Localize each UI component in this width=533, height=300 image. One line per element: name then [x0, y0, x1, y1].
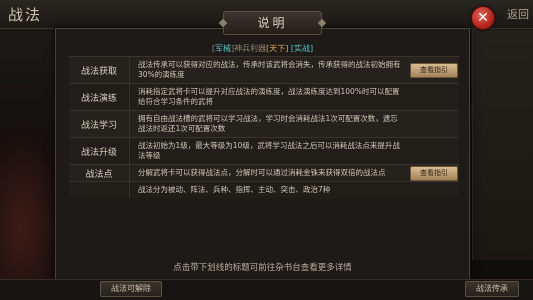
- close-button[interactable]: ✕: [471, 6, 495, 30]
- help-row-desc: 战法初始为1级，最大等级为10级，武将学习战法之后可以消耗战法点来提升战法等级: [138, 141, 400, 160]
- help-row-label: [69, 182, 130, 198]
- close-icon: ✕: [477, 10, 489, 26]
- help-row-desc: 分解武将卡可以获得战法点，分解时可以通过消耗金铢来获得双倍的战法点: [138, 168, 386, 177]
- help-row-action: 查看指引: [409, 57, 459, 83]
- help-rows: 战法获取 战法传承可以获得对应的战法，传承时该武将会消失，传承获得的战法初始拥有…: [69, 56, 459, 198]
- subtitle-tag1: 军械: [214, 44, 231, 53]
- help-row: 战法分为被动、阵法、兵种、指挥、主动、突击、政治7种: [69, 181, 459, 198]
- help-row-label: 战法升级: [69, 138, 130, 164]
- bottom-right-button[interactable]: 战法传承: [465, 281, 519, 297]
- help-row: 战法学习 拥有自由战法槽的武将可以学习战法，学习时会消耗战法1次可配置次数，遗忘…: [69, 110, 459, 137]
- help-row: 战法获取 战法传承可以获得对应的战法，传承时该武将会消失，传承获得的战法初始拥有…: [69, 56, 459, 83]
- side-panel: [472, 30, 533, 260]
- help-row-action: 查看指引: [409, 165, 459, 181]
- help-row-desc: 战法分为被动、阵法、兵种、指挥、主动、突击、政治7种: [138, 185, 331, 194]
- help-row: 战法升级 战法初始为1级，最大等级为10级，武将学习战法之后可以消耗战法点来提升…: [69, 137, 459, 164]
- help-row-action: [409, 111, 459, 137]
- help-row-action: [409, 138, 459, 164]
- help-row-label: 战法学习: [69, 111, 130, 137]
- help-row-label: 战法点: [69, 165, 130, 181]
- footer-hint: 点击带下划线的标题可前往杂书台查看更多详情: [173, 263, 352, 273]
- help-row-desc: 战法传承可以获得对应的战法，传承时该武将会消失，传承获得的战法初始拥有30%的演…: [138, 60, 401, 79]
- subtitle-suffix: [实战]: [290, 44, 314, 53]
- help-row-label: 战法演练: [69, 84, 130, 110]
- help-row-label: 战法获取: [69, 57, 130, 83]
- help-row-action: [409, 84, 459, 110]
- help-modal: 说明 [军械]神兵利器[天下] [实战] 战法获取 战法传承可以获得对应的战法，…: [55, 11, 470, 286]
- help-row-desc: 拥有自由战法槽的武将可以学习战法，学习时会消耗战法1次可配置次数，遗忘战法时返还…: [138, 114, 398, 133]
- subtitle-strip: [军械]神兵利器[天下] [实战]: [56, 43, 469, 55]
- help-row: 战法点 分解武将卡可以获得战法点，分解时可以通过消耗金铢来获得双倍的战法点 查看…: [69, 164, 459, 181]
- view-guide-button[interactable]: 查看指引: [410, 62, 458, 78]
- bottom-bar: 战法可解除 战法传承: [0, 279, 533, 300]
- return-button[interactable]: 返回: [507, 6, 529, 22]
- bottom-left-button[interactable]: 战法可解除: [100, 281, 162, 297]
- modal-title: 说明: [223, 11, 322, 35]
- page-title: 战法: [8, 6, 43, 24]
- view-guide-button[interactable]: 查看指引: [410, 165, 458, 181]
- help-row-action: [409, 182, 459, 198]
- subtitle-tag2: [天下]: [266, 44, 289, 53]
- help-row-desc: 消耗指定武将卡可以提升对应战法的演练度，战法演练度达到100%时可以配置给符合学…: [138, 87, 400, 106]
- subtitle-middle: ]神兵利器: [230, 44, 267, 53]
- help-row: 战法演练 消耗指定武将卡可以提升对应战法的演练度，战法演练度达到100%时可以配…: [69, 83, 459, 110]
